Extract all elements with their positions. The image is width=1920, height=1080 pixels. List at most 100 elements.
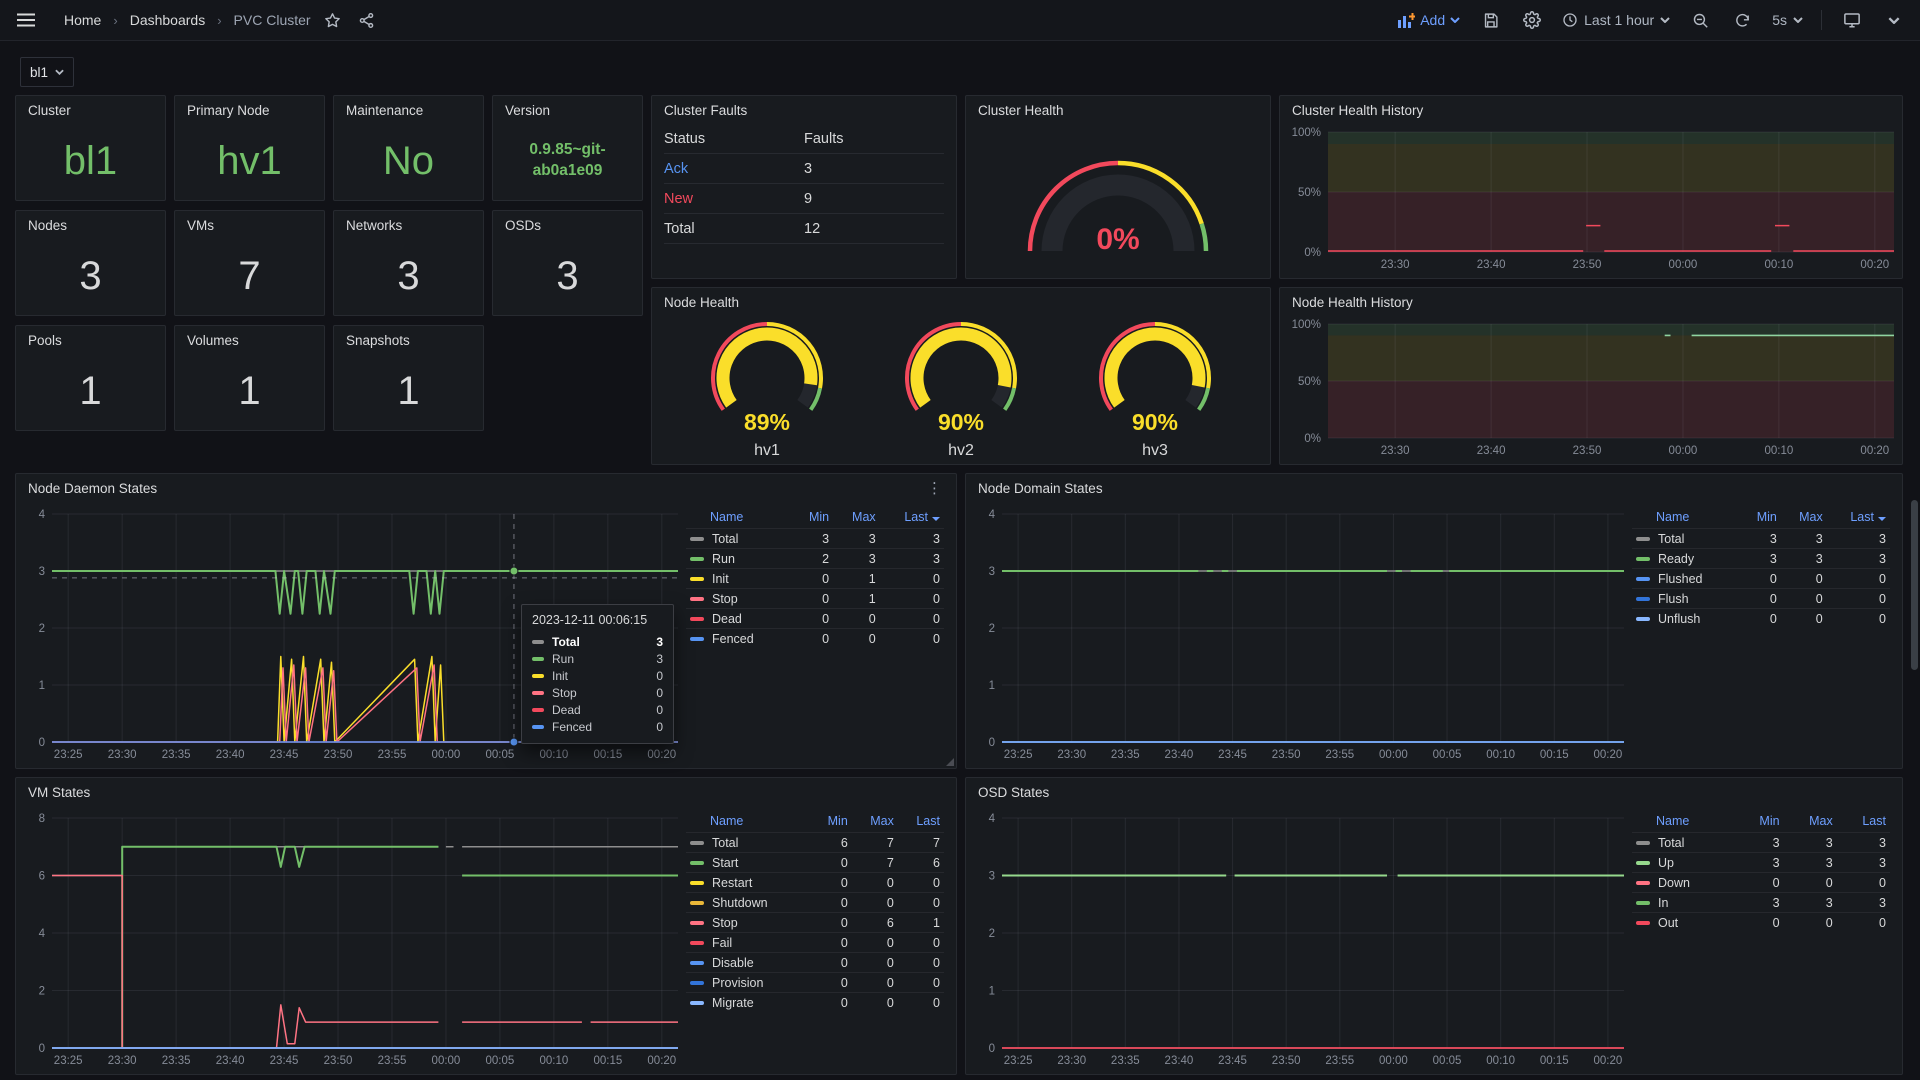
- menu-toggle-button[interactable]: [14, 8, 38, 32]
- zoom-out-time-button[interactable]: [1688, 8, 1712, 32]
- breadcrumb-home[interactable]: Home: [64, 12, 101, 28]
- node-daemon-states-panel: Node Daemon States ⋮ 0123423:2523:3023:3…: [15, 473, 957, 769]
- legend-row[interactable]: Stop061: [686, 913, 944, 933]
- stat-value: 1: [16, 360, 165, 422]
- save-dashboard-button[interactable]: [1478, 8, 1502, 32]
- zoom-out-icon: [1692, 12, 1709, 29]
- legend-row[interactable]: Dead000: [686, 609, 944, 629]
- legend-row[interactable]: Total333: [686, 529, 944, 549]
- legend-row[interactable]: In333: [1632, 893, 1890, 913]
- stat-panel-pools: Pools 1: [15, 325, 166, 431]
- series-color-chip: [1636, 861, 1650, 865]
- legend-row[interactable]: Fail000: [686, 933, 944, 953]
- legend-header-last[interactable]: Last: [1837, 812, 1890, 833]
- panel-resize-handle[interactable]: [946, 758, 954, 766]
- node-domain-states-chart[interactable]: 0123423:2523:3023:3523:4023:4523:5023:55…: [968, 504, 1632, 766]
- node-health-history-chart[interactable]: 0%50%100%23:3023:4023:5000:0000:1000:20: [1282, 316, 1900, 462]
- series-color-chip: [1636, 597, 1650, 601]
- legend-row[interactable]: Restart000: [686, 873, 944, 893]
- svg-text:23:30: 23:30: [1057, 1055, 1086, 1067]
- kiosk-mode-button[interactable]: [1840, 8, 1864, 32]
- breadcrumb-dashboards[interactable]: Dashboards: [130, 12, 206, 28]
- column-header-status[interactable]: Status: [664, 131, 804, 147]
- legend-row[interactable]: Disable000: [686, 953, 944, 973]
- svg-text:00:15: 00:15: [1540, 749, 1569, 761]
- series-color-chip: [690, 597, 704, 601]
- legend-row[interactable]: Unflush000: [1632, 609, 1890, 629]
- svg-text:00:10: 00:10: [1486, 749, 1515, 761]
- legend-row[interactable]: Provision000: [686, 973, 944, 993]
- fault-count: 9: [804, 191, 944, 207]
- legend-header-name[interactable]: Name: [686, 812, 811, 833]
- legend-row[interactable]: Run233: [686, 549, 944, 569]
- time-range-picker[interactable]: Last 1 hour: [1562, 12, 1670, 28]
- legend-row[interactable]: Total677: [686, 833, 944, 853]
- dashboard-settings-button[interactable]: [1520, 8, 1544, 32]
- legend-row[interactable]: Up333: [1632, 853, 1890, 873]
- svg-text:23:40: 23:40: [216, 749, 245, 761]
- stat-value: 0.9.85~git-ab0a1e09: [493, 130, 642, 192]
- breadcrumb-separator: ›: [111, 13, 119, 28]
- node-health-gauges: 89%hv190%hv290%hv3: [652, 314, 1270, 462]
- cluster-health-history-chart[interactable]: 0%50%100%23:3023:4023:5000:0000:1000:20: [1282, 124, 1900, 276]
- legend-row[interactable]: Fenced000: [686, 629, 944, 649]
- svg-text:1: 1: [989, 680, 995, 692]
- fault-status[interactable]: Ack: [664, 161, 804, 177]
- legend-row[interactable]: Down000: [1632, 873, 1890, 893]
- legend-row[interactable]: Init010: [686, 569, 944, 589]
- svg-text:23:55: 23:55: [378, 749, 407, 761]
- vm-states-legend: NameMinMaxLastTotal677Start076Restart000…: [686, 808, 954, 1072]
- favorite-star-button[interactable]: [321, 8, 345, 32]
- fault-status[interactable]: New: [664, 191, 804, 207]
- page-scrollbar[interactable]: [1911, 500, 1918, 670]
- cluster-variable-dropdown[interactable]: bl1: [20, 57, 74, 87]
- panel-title: Snapshots: [334, 326, 483, 352]
- legend-header-min[interactable]: Min: [1740, 508, 1781, 529]
- legend-header-max[interactable]: Max: [1784, 812, 1837, 833]
- svg-text:23:40: 23:40: [1165, 1055, 1194, 1067]
- legend-row[interactable]: Stop010: [686, 589, 944, 609]
- legend-row[interactable]: Flushed000: [1632, 569, 1890, 589]
- stat-panel-networks: Networks 3: [333, 210, 484, 316]
- legend-header-max[interactable]: Max: [1781, 508, 1827, 529]
- toolbar-collapse-button[interactable]: [1882, 8, 1906, 32]
- legend-header-min[interactable]: Min: [811, 812, 852, 833]
- svg-text:23:40: 23:40: [1477, 445, 1506, 457]
- svg-text:3: 3: [989, 566, 995, 578]
- legend-row[interactable]: Start076: [686, 853, 944, 873]
- refresh-button[interactable]: [1730, 8, 1754, 32]
- legend-header-name[interactable]: Name: [1632, 508, 1740, 529]
- fault-count: 3: [804, 161, 944, 177]
- legend-row[interactable]: Total333: [1632, 833, 1890, 853]
- vm-states-chart[interactable]: 0246823:2523:3023:3523:4023:4523:5023:55…: [18, 808, 686, 1072]
- legend-row[interactable]: Flush000: [1632, 589, 1890, 609]
- legend-header-last[interactable]: Last: [880, 508, 944, 529]
- cluster-faults-panel: Cluster Faults Status Faults Ack 3 New 9…: [651, 95, 957, 279]
- legend-header-last[interactable]: Last: [898, 812, 944, 833]
- svg-text:3: 3: [39, 566, 45, 578]
- column-header-faults[interactable]: Faults: [804, 131, 944, 147]
- legend-row[interactable]: Ready333: [1632, 549, 1890, 569]
- refresh-interval-picker[interactable]: 5s: [1772, 12, 1803, 28]
- gear-icon: [1523, 11, 1541, 29]
- legend-header-max[interactable]: Max: [852, 812, 898, 833]
- legend-row[interactable]: Migrate000: [686, 993, 944, 1013]
- legend-header-last[interactable]: Last: [1827, 508, 1890, 529]
- panel-menu-button[interactable]: ⋮: [925, 481, 944, 496]
- series-color-chip: [1636, 841, 1650, 845]
- legend-row[interactable]: Total333: [1632, 529, 1890, 549]
- refresh-interval-label: 5s: [1772, 12, 1787, 28]
- legend-header-name[interactable]: Name: [1632, 812, 1736, 833]
- legend-row[interactable]: Shutdown000: [686, 893, 944, 913]
- legend-header-min[interactable]: Min: [792, 508, 833, 529]
- add-panel-button[interactable]: Add: [1398, 12, 1460, 28]
- osd-states-chart[interactable]: 0123423:2523:3023:3523:4023:4523:5023:55…: [968, 808, 1632, 1072]
- legend-header-max[interactable]: Max: [833, 508, 880, 529]
- svg-text:23:45: 23:45: [270, 749, 299, 761]
- legend-header-name[interactable]: Name: [686, 508, 792, 529]
- share-button[interactable]: [355, 8, 379, 32]
- svg-text:00:10: 00:10: [539, 1055, 568, 1067]
- legend-header-min[interactable]: Min: [1736, 812, 1783, 833]
- legend-row[interactable]: Out000: [1632, 913, 1890, 933]
- svg-text:00:20: 00:20: [1594, 1055, 1623, 1067]
